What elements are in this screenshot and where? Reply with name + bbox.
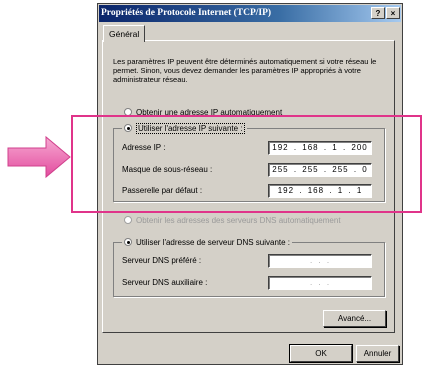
subnet-mask-field[interactable]: 255 . 255 . 255 . 0 (268, 163, 372, 177)
description-text: Les paramètres IP peuvent être déterminé… (113, 57, 377, 84)
radio-manual-ip-button[interactable] (124, 124, 132, 132)
radio-auto-ip[interactable]: Obtenir une adresse IP automatiquement (124, 107, 282, 118)
radio-manual-dns[interactable]: Utiliser l'adresse de serveur DNS suivan… (122, 237, 293, 248)
gateway-field[interactable]: 192 . 168 . 1 . 1 (268, 184, 372, 198)
window-title: Propriétés de Protocole Internet (TCP/IP… (101, 8, 272, 18)
cancel-button[interactable]: Annuler (356, 345, 399, 362)
advanced-button[interactable]: Avancé... (323, 310, 386, 327)
preferred-dns-field[interactable]: . . . (268, 254, 372, 268)
alternate-dns-label: Serveur DNS auxiliaire : (122, 278, 208, 287)
radio-manual-ip-label: Utiliser l'adresse IP suivante : (136, 123, 245, 134)
radio-auto-dns-button[interactable] (124, 216, 132, 224)
gateway-label: Passerelle par défaut : (122, 186, 203, 195)
radio-manual-dns-label: Utiliser l'adresse de serveur DNS suivan… (136, 238, 291, 247)
radio-auto-ip-label: Obtenir une adresse IP automatiquement (136, 108, 283, 117)
radio-auto-dns-label: Obtenir les adresses des serveurs DNS au… (136, 216, 341, 225)
ip-address-label: Adresse IP : (122, 143, 166, 152)
close-button[interactable]: × (386, 7, 400, 19)
help-button[interactable]: ? (371, 7, 385, 19)
alternate-dns-field[interactable]: . . . (268, 276, 372, 290)
radio-auto-ip-button[interactable] (124, 108, 132, 116)
radio-manual-ip[interactable]: Utiliser l'adresse IP suivante : (122, 123, 247, 134)
radio-manual-dns-button[interactable] (124, 238, 132, 246)
ip-address-field[interactable]: 192 . 168 . 1 . 200 (268, 141, 372, 155)
subnet-mask-label: Masque de sous-réseau : (122, 165, 213, 174)
tab-general[interactable]: Général (103, 25, 146, 42)
ok-button[interactable]: OK (289, 344, 353, 363)
title-bar[interactable]: Propriétés de Protocole Internet (TCP/IP… (99, 5, 401, 22)
radio-auto-dns[interactable]: Obtenir les adresses des serveurs DNS au… (124, 215, 341, 226)
pointer-arrow-icon (7, 135, 71, 179)
preferred-dns-label: Serveur DNS préféré : (122, 256, 202, 265)
